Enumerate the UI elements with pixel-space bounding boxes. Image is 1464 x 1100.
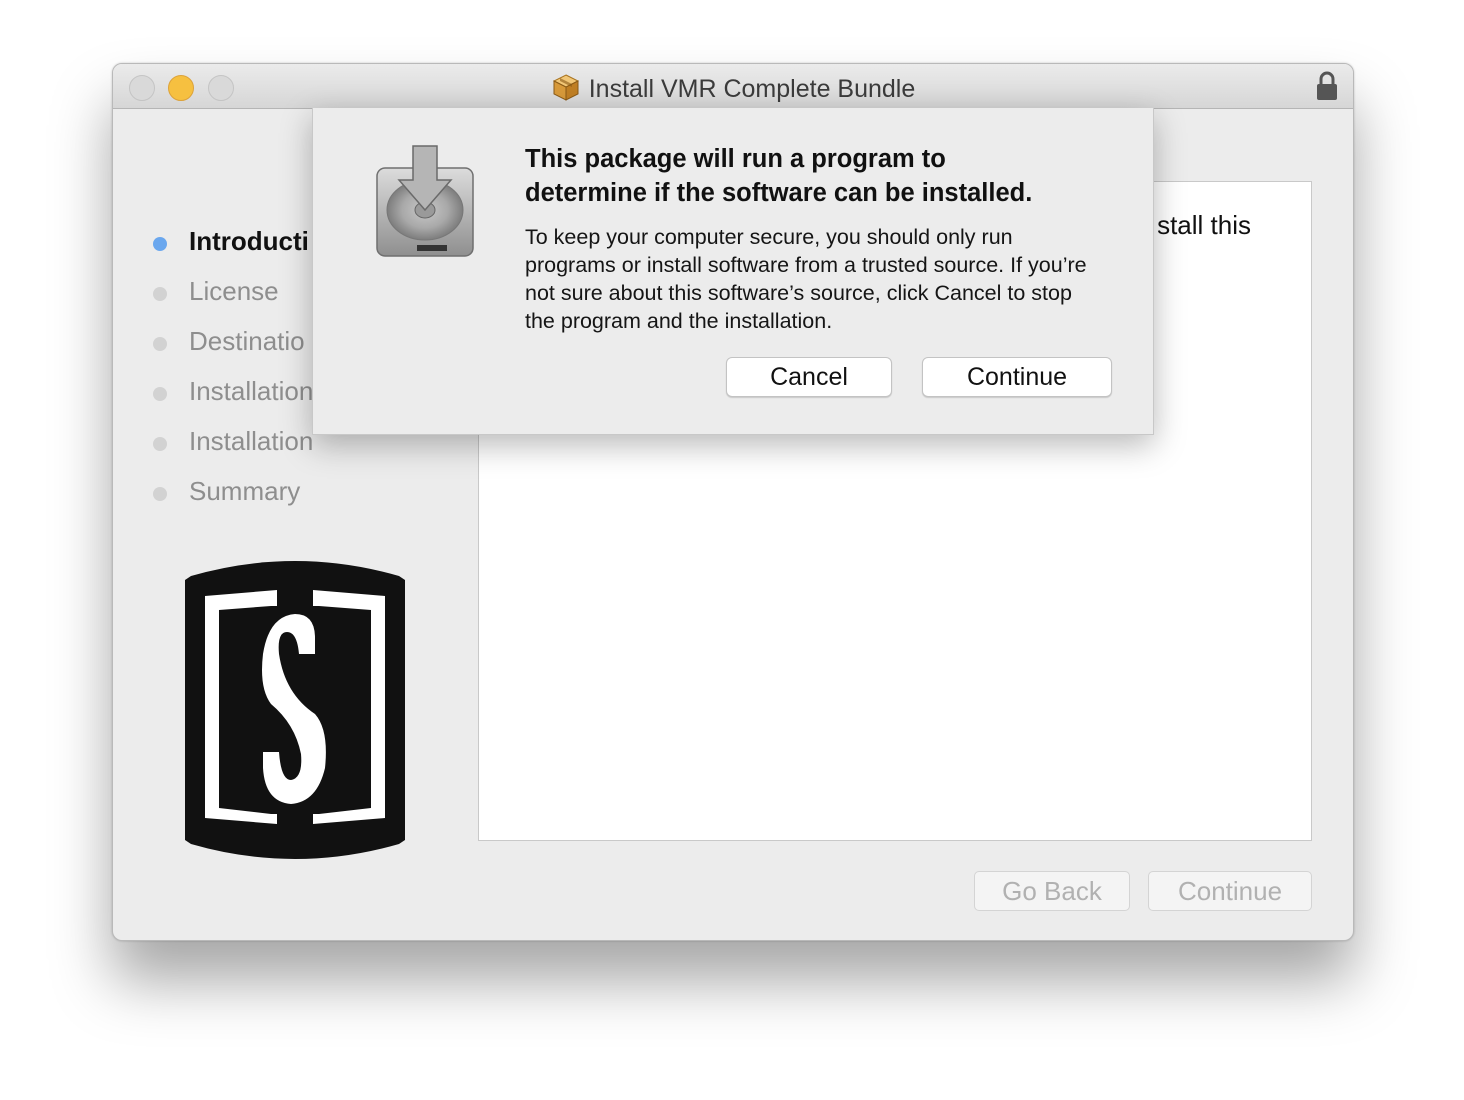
step-indicator-dot: [153, 437, 167, 451]
title-bar[interactable]: Install VMR Complete Bundle: [113, 64, 1353, 109]
continue-button[interactable]: Continue: [1148, 871, 1312, 911]
window-title-text: Install VMR Complete Bundle: [588, 75, 916, 103]
step-label: Installation: [189, 376, 314, 406]
step-indicator-dot: [153, 387, 167, 401]
step-label: License: [189, 276, 279, 306]
step-label: Destinatio: [189, 326, 305, 356]
installer-disk-icon: [376, 145, 474, 257]
step-label: Introducti: [189, 226, 309, 256]
package-icon: [552, 74, 579, 101]
step-label: Installation: [189, 426, 314, 456]
step-indicator-dot: [153, 487, 167, 501]
dialog-continue-button[interactable]: Continue: [922, 357, 1112, 397]
vendor-logo: [185, 561, 405, 859]
step-indicator-dot: [153, 237, 167, 251]
lock-icon[interactable]: [1315, 70, 1339, 102]
program-warning-dialog: This package will run a program to deter…: [312, 108, 1154, 435]
step-label: Summary: [189, 476, 301, 506]
cancel-button[interactable]: Cancel: [726, 357, 892, 397]
go-back-button[interactable]: Go Back: [974, 871, 1130, 911]
step-indicator-dot: [153, 287, 167, 301]
dialog-heading: This package will run a program to deter…: [525, 145, 1033, 207]
step-indicator-dot: [153, 337, 167, 351]
window-title: Install VMR Complete Bundle: [113, 72, 1353, 104]
dialog-message: To keep your computer secure, you should…: [525, 225, 1087, 333]
